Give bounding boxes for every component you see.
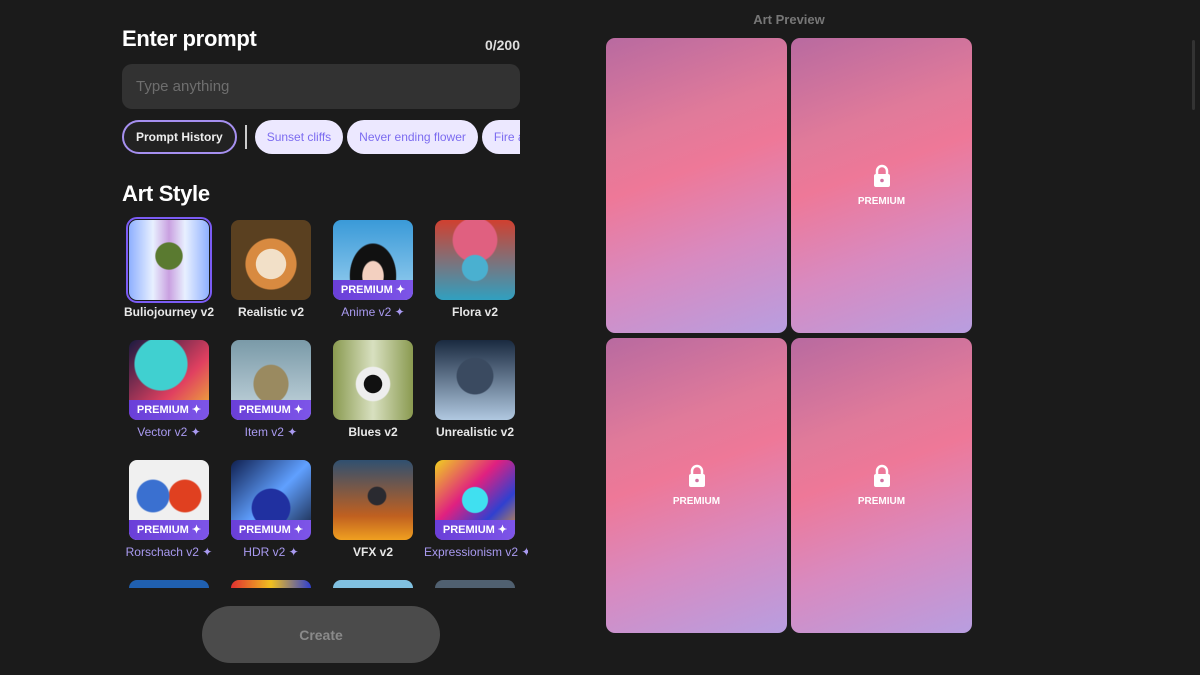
suggestion-chip[interactable]: Never ending flower: [347, 119, 478, 154]
art-style-item[interactable]: [424, 576, 526, 588]
art-style-item[interactable]: PREMIUM ✦ Vector v2 ✦: [118, 336, 220, 439]
prompt-input[interactable]: [122, 64, 520, 109]
art-style-item[interactable]: Flora v2: [424, 216, 526, 319]
art-style-label: Unrealistic v2: [435, 425, 515, 439]
art-style-label: Item v2 ✦: [244, 425, 298, 439]
premium-badge: PREMIUM ✦: [333, 280, 413, 300]
art-style-label: Realistic v2: [237, 305, 305, 319]
art-style-thumbnail: PREMIUM ✦: [231, 340, 311, 420]
premium-badge: PREMIUM ✦: [231, 520, 311, 540]
art-style-item[interactable]: Realistic v2: [220, 216, 322, 319]
preview-panel[interactable]: PREMIUM: [606, 338, 787, 633]
art-style-thumbnail: [231, 220, 311, 300]
prompt-chips: Prompt History Sunset cliffs Never endin…: [122, 119, 520, 154]
art-style-label: Buliojourney v2: [123, 305, 215, 319]
art-style-thumbnail: PREMIUM ✦: [333, 220, 413, 300]
suggestion-chip[interactable]: Sunset cliffs: [254, 119, 344, 154]
suggestion-chip[interactable]: Fire and water: [481, 119, 520, 154]
art-style-label: HDR v2 ✦: [243, 545, 299, 559]
lock-icon: [688, 464, 705, 487]
enter-prompt-title: Enter prompt: [122, 26, 257, 51]
art-style-title: Art Style: [122, 181, 210, 206]
preview-panel[interactable]: [606, 38, 787, 333]
art-style-thumbnail: [333, 580, 413, 588]
art-style-item[interactable]: [322, 576, 424, 588]
chip-divider: [244, 124, 247, 149]
prompt-history-button[interactable]: Prompt History: [122, 119, 237, 154]
art-style-item[interactable]: [118, 576, 220, 588]
lock-icon: [873, 464, 890, 487]
lock-icon: [873, 164, 890, 187]
art-style-thumbnail: PREMIUM ✦: [129, 340, 209, 420]
art-style-label: Vector v2 ✦: [137, 425, 201, 439]
art-style-item[interactable]: PREMIUM ✦ Rorschach v2 ✦: [118, 456, 220, 559]
premium-badge: PREMIUM ✦: [129, 520, 209, 540]
art-preview-title: Art Preview: [753, 12, 825, 27]
art-style-thumbnail: [333, 340, 413, 420]
art-style-thumbnail: [231, 580, 311, 588]
art-style-thumbnail: [435, 580, 515, 588]
art-style-label: Rorschach v2 ✦: [125, 545, 213, 559]
art-style-item[interactable]: Buliojourney v2: [118, 216, 220, 319]
art-style-item[interactable]: VFX v2: [322, 456, 424, 559]
art-style-thumbnail: [435, 220, 515, 300]
char-counter: 0/200: [484, 37, 520, 53]
art-style-thumbnail: PREMIUM ✦: [435, 460, 515, 540]
preview-panel[interactable]: PREMIUM: [791, 338, 972, 633]
art-style-thumbnail: [435, 340, 515, 420]
art-style-item[interactable]: Blues v2: [322, 336, 424, 439]
art-style-thumbnail: [129, 580, 209, 588]
art-style-item[interactable]: Unrealistic v2: [424, 336, 526, 439]
art-style-label: Flora v2: [451, 305, 499, 319]
art-style-label: Expressionism v2 ✦: [424, 545, 528, 559]
art-style-item[interactable]: PREMIUM ✦ Expressionism v2 ✦: [424, 456, 528, 559]
art-style-item[interactable]: [220, 576, 322, 588]
create-button[interactable]: Create: [202, 606, 440, 663]
premium-badge: PREMIUM ✦: [129, 400, 209, 420]
premium-label: PREMIUM: [857, 496, 906, 507]
art-style-label: Blues v2: [348, 425, 398, 439]
art-style-item[interactable]: PREMIUM ✦ Item v2 ✦: [220, 336, 322, 439]
premium-badge: PREMIUM ✦: [435, 520, 515, 540]
art-style-label: VFX v2: [352, 545, 394, 559]
premium-label: PREMIUM: [857, 196, 906, 207]
premium-label: PREMIUM: [672, 496, 721, 507]
art-style-thumbnail: [126, 217, 212, 303]
preview-panel[interactable]: PREMIUM: [791, 38, 972, 333]
art-style-grid[interactable]: Buliojourney v2 Realistic v2 PREMIUM ✦ Anim…: [118, 216, 528, 588]
art-style-thumbnail: PREMIUM ✦: [129, 460, 209, 540]
art-style-label: Anime v2 ✦: [341, 305, 405, 319]
premium-badge: PREMIUM ✦: [231, 400, 311, 420]
art-style-item[interactable]: PREMIUM ✦ Anime v2 ✦: [322, 216, 424, 319]
art-style-item[interactable]: PREMIUM ✦ HDR v2 ✦: [220, 456, 322, 559]
art-style-thumbnail: PREMIUM ✦: [231, 460, 311, 540]
art-style-thumbnail: [333, 460, 413, 540]
scrollbar[interactable]: [1192, 40, 1195, 110]
